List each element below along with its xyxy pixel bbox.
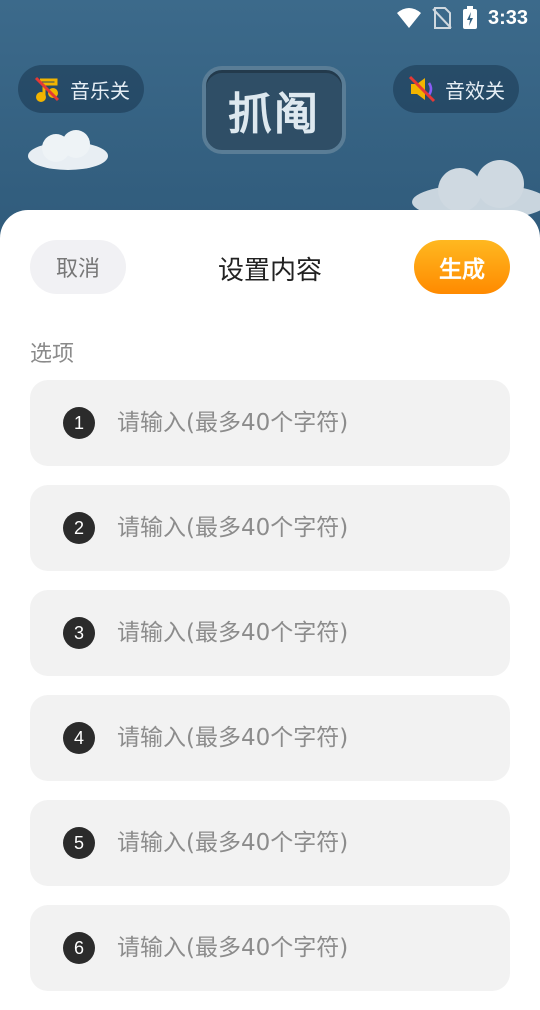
cloud-icon: [28, 130, 108, 170]
sound-off-icon: [408, 75, 436, 103]
option-item: 3: [30, 590, 510, 676]
option-number-badge: 5: [63, 827, 95, 859]
option-input[interactable]: [115, 514, 499, 542]
settings-sheet: 取消 设置内容 生成 选项 1 2 3 4 5 6: [0, 210, 540, 991]
music-off-icon: [34, 76, 60, 102]
generate-button[interactable]: 生成: [414, 240, 510, 294]
option-item: 6: [30, 905, 510, 991]
options-section-label: 选项: [30, 342, 75, 367]
option-number-badge: 1: [63, 407, 95, 439]
option-input[interactable]: [115, 619, 499, 647]
status-time: 3:33: [487, 6, 528, 29]
app-logo: 抓阄: [202, 66, 346, 154]
option-number-badge: 4: [63, 722, 95, 754]
option-item: 4: [30, 695, 510, 781]
option-number-badge: 6: [63, 932, 95, 964]
option-item: 5: [30, 800, 510, 886]
battery-charging-icon: [462, 6, 477, 29]
option-input[interactable]: [115, 409, 499, 437]
music-toggle-button[interactable]: 音乐关: [18, 65, 144, 113]
sound-toggle-button[interactable]: 音效关: [393, 65, 519, 113]
option-number-badge: 2: [63, 512, 95, 544]
status-bar: 3:33: [0, 0, 540, 36]
option-input[interactable]: [115, 724, 499, 752]
wifi-icon: [396, 8, 421, 28]
option-item: 1: [30, 380, 510, 466]
option-input[interactable]: [115, 934, 499, 962]
option-input[interactable]: [115, 829, 499, 857]
no-sim-icon: [432, 7, 452, 29]
music-toggle-label: 音乐关: [70, 78, 130, 103]
logo-text: 抓阄: [228, 89, 320, 140]
sound-toggle-label: 音效关: [445, 78, 505, 103]
option-item: 2: [30, 485, 510, 571]
options-list: 1 2 3 4 5 6: [30, 380, 510, 1010]
option-number-badge: 3: [63, 617, 95, 649]
